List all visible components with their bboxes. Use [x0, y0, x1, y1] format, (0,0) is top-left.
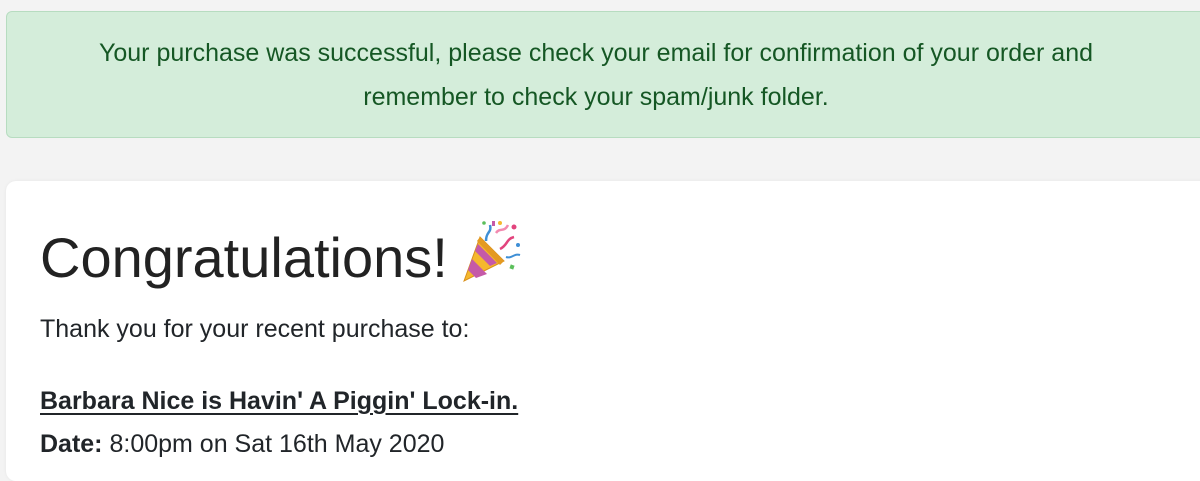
event-name-link[interactable]: Barbara Nice is Havin' A Piggin' Lock-in… [40, 387, 518, 416]
event-date: Date: 8:00pm on Sat 16th May 2020 [40, 430, 444, 459]
party-popper-icon [456, 219, 522, 285]
date-label: Date: [40, 430, 103, 458]
title-row: Congratulations! [40, 221, 522, 291]
alert-message-line-1: Your purchase was successful, please che… [98, 39, 1094, 67]
page-title: Congratulations! [40, 226, 448, 289]
confirmation-card: Congratulations! Thank you for your rece… [6, 181, 1200, 481]
thank-you-text: Thank you for your recent purchase to: [40, 315, 470, 343]
success-alert: Your purchase was successful, please che… [6, 11, 1200, 138]
date-value: 8:00pm on Sat 16th May 2020 [109, 430, 445, 458]
alert-message-line-2: remember to check your spam/junk folder. [363, 83, 829, 111]
